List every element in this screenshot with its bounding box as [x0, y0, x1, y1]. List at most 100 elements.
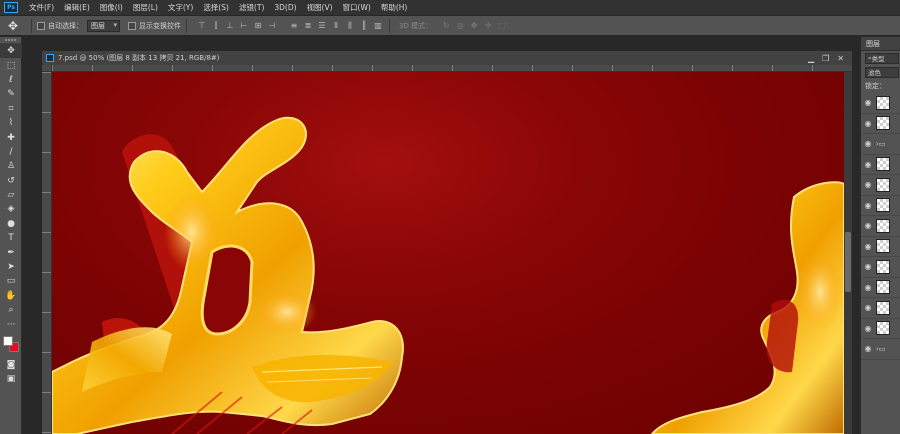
layer-row[interactable]: ◉	[861, 319, 900, 339]
quick-mask-icon[interactable]: ◙	[0, 358, 22, 372]
menu-view[interactable]: 视图(V)	[302, 2, 338, 13]
menu-image[interactable]: 图像(I)	[95, 2, 128, 13]
eye-icon[interactable]: ◉	[863, 324, 873, 333]
ruler-tick	[492, 65, 493, 71]
distribute-vcenter-icon[interactable]: ≣	[302, 20, 314, 32]
document-tab[interactable]: 7.psd @ 50% (图层 8 副本 13 拷贝 21, RGB/8#) ▁…	[42, 51, 852, 65]
path-select-icon[interactable]: ➤	[0, 260, 22, 274]
layer-row[interactable]: ◉	[861, 216, 900, 237]
foreground-color-swatch[interactable]	[3, 335, 13, 346]
eye-icon[interactable]: ◉	[863, 262, 873, 271]
blend-mode-dropdown[interactable]: 滤色	[865, 66, 899, 78]
marquee-icon[interactable]: ⬚	[0, 58, 22, 72]
layer-row[interactable]: ◉	[861, 155, 900, 175]
distribute-right-icon[interactable]: ║	[358, 20, 370, 32]
layer-row[interactable]: ◉	[861, 196, 900, 216]
menu-select[interactable]: 选择(S)	[198, 2, 234, 13]
eye-icon[interactable]: ◉	[863, 180, 873, 189]
lasso-icon[interactable]: ℓ	[0, 73, 22, 87]
quick-select-icon[interactable]: ✎	[0, 87, 22, 101]
layer-row[interactable]: ◉	[861, 257, 900, 278]
layer-row[interactable]: ◉	[861, 93, 900, 114]
close-icon[interactable]: ✕	[837, 54, 844, 63]
menu-3d[interactable]: 3D(D)	[269, 3, 301, 12]
layer-row[interactable]: ◉	[861, 278, 900, 298]
hand-icon[interactable]: ✋	[0, 289, 22, 303]
rotate-3d-icon[interactable]: ↻	[440, 20, 452, 32]
eraser-icon[interactable]: ▱	[0, 188, 22, 202]
eye-icon[interactable]: ◉	[863, 160, 873, 169]
align-left-icon[interactable]: ⊢	[238, 20, 250, 32]
distribute-left-icon[interactable]: ⦀	[330, 20, 342, 32]
horizontal-ruler[interactable]	[52, 65, 852, 72]
menu-layer[interactable]: 图层(L)	[128, 2, 163, 13]
eye-icon[interactable]: ◉	[863, 344, 873, 353]
layer-row[interactable]: ◉	[861, 175, 900, 196]
auto-select-dropdown[interactable]: 图层	[87, 19, 120, 32]
screen-mode-icon[interactable]: ▣	[0, 372, 22, 386]
menu-filter[interactable]: 滤镜(T)	[234, 2, 269, 13]
eye-icon[interactable]: ◉	[863, 98, 873, 107]
align-hcenter-icon[interactable]: ⊞	[252, 20, 264, 32]
menu-window[interactable]: 窗口(W)	[338, 2, 376, 13]
align-vcenter-icon[interactable]: ⫿	[210, 20, 222, 32]
layer-row[interactable]: ◉	[861, 114, 900, 134]
brush-icon[interactable]: /	[0, 145, 22, 159]
show-transform-checkbox[interactable]	[128, 21, 136, 30]
ruler-tick	[132, 65, 133, 71]
layer-row[interactable]: ◉	[861, 298, 900, 319]
healing-brush-icon[interactable]: ✚	[0, 130, 22, 144]
vertical-scrollbar[interactable]	[844, 72, 852, 434]
distribute-bottom-icon[interactable]: ☰	[316, 20, 328, 32]
layer-row[interactable]: ◉	[861, 237, 900, 257]
slide-3d-icon[interactable]: ✛	[482, 20, 494, 32]
text-icon[interactable]: T	[0, 231, 22, 245]
menu-edit[interactable]: 编辑(E)	[59, 2, 95, 13]
eyedropper-icon[interactable]: ⌇	[0, 116, 22, 130]
eye-icon[interactable]: ◉	[863, 119, 873, 128]
minimize-icon[interactable]: ▁	[808, 54, 814, 63]
move-tool-preset-icon[interactable]: ✥	[0, 16, 26, 35]
vertical-ruler[interactable]	[42, 72, 52, 434]
more-tools-icon[interactable]: ···	[0, 317, 22, 331]
menu-file[interactable]: 文件(F)	[24, 2, 59, 13]
eye-icon[interactable]: ◉	[863, 139, 873, 148]
align-top-icon[interactable]: ⊤	[196, 20, 208, 32]
align-right-icon[interactable]: ⊣	[266, 20, 278, 32]
eye-icon[interactable]: ◉	[863, 201, 873, 210]
scrollbar-thumb[interactable]	[845, 232, 851, 292]
layer-filter-field[interactable]: ⌕ 类型	[865, 52, 899, 64]
rectangle-icon[interactable]: ▭	[0, 274, 22, 288]
lock-row: 锁定：	[861, 79, 900, 93]
clone-stamp-icon[interactable]: ♙	[0, 159, 22, 173]
distribute-top-icon[interactable]: ≡	[288, 20, 300, 32]
ruler-origin[interactable]	[42, 65, 52, 72]
scale-3d-icon[interactable]: ⬚	[496, 20, 508, 32]
document-canvas[interactable]	[52, 72, 844, 434]
menu-type[interactable]: 文字(Y)	[163, 2, 198, 13]
auto-select-checkbox[interactable]	[37, 21, 45, 30]
menu-help[interactable]: 帮助(H)	[376, 2, 413, 13]
crop-icon[interactable]: ⌗	[0, 102, 22, 116]
eye-icon[interactable]: ◉	[863, 283, 873, 292]
auto-align-icon[interactable]: ▥	[372, 20, 384, 32]
zoom-icon[interactable]: ⌕	[0, 303, 22, 317]
distribute-hcenter-icon[interactable]: ⫼	[344, 20, 356, 32]
layer-group-row[interactable]: ◉ ›▭	[861, 134, 900, 155]
eye-icon[interactable]: ◉	[863, 242, 873, 251]
paint-bucket-icon[interactable]: ◈	[0, 202, 22, 216]
align-bottom-icon[interactable]: ⊥	[224, 20, 236, 32]
pen-icon[interactable]: ✒	[0, 245, 22, 259]
eye-icon[interactable]: ◉	[863, 303, 873, 312]
dodge-icon[interactable]: ●	[0, 217, 22, 231]
drag-3d-icon[interactable]: ✥	[468, 20, 480, 32]
tools-grip[interactable]	[0, 37, 21, 44]
roll-3d-icon[interactable]: ◎	[454, 20, 466, 32]
eye-icon[interactable]: ◉	[863, 221, 873, 230]
move-icon[interactable]: ✥	[0, 44, 22, 59]
layers-tab[interactable]: 图层	[861, 37, 900, 51]
options-separator	[389, 18, 390, 33]
restore-icon[interactable]: ❐	[822, 54, 829, 63]
layer-group-row[interactable]: ◉ ›▭	[861, 339, 900, 360]
history-brush-icon[interactable]: ↺	[0, 174, 22, 188]
